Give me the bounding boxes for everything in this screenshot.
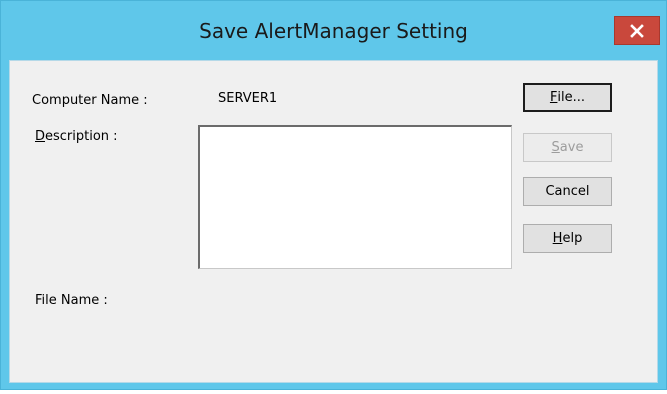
computer-name-label: Computer Name : [32, 93, 148, 108]
save-alertmanager-dialog: Save AlertManager Setting Computer Name … [0, 0, 667, 390]
save-button-mnemonic: S [551, 140, 560, 155]
file-button[interactable]: File... [523, 83, 612, 112]
file-button-label: ile... [557, 90, 586, 105]
save-button-label: ave [559, 140, 584, 155]
file-button-mnemonic: F [549, 90, 558, 105]
help-button[interactable]: Help [523, 224, 612, 253]
save-button[interactable]: Save [523, 133, 612, 162]
description-label: Description : [35, 129, 118, 144]
help-button-mnemonic: H [552, 231, 563, 246]
window-title: Save AlertManager Setting [199, 19, 468, 43]
close-icon [630, 23, 644, 38]
file-name-label: File Name : [35, 293, 108, 308]
title-bar[interactable]: Save AlertManager Setting [1, 1, 666, 59]
close-button[interactable] [614, 16, 660, 45]
description-label-mnemonic: D [35, 129, 46, 144]
dialog-client-area: Computer Name : SERVER1 Description : Fi… [9, 60, 658, 383]
cancel-button-label: Cancel [545, 184, 590, 199]
computer-name-value: SERVER1 [218, 91, 278, 106]
description-label-text: escription : [45, 129, 118, 144]
cancel-button[interactable]: Cancel [523, 177, 612, 206]
help-button-label: elp [562, 231, 583, 246]
description-textarea[interactable] [198, 125, 512, 269]
